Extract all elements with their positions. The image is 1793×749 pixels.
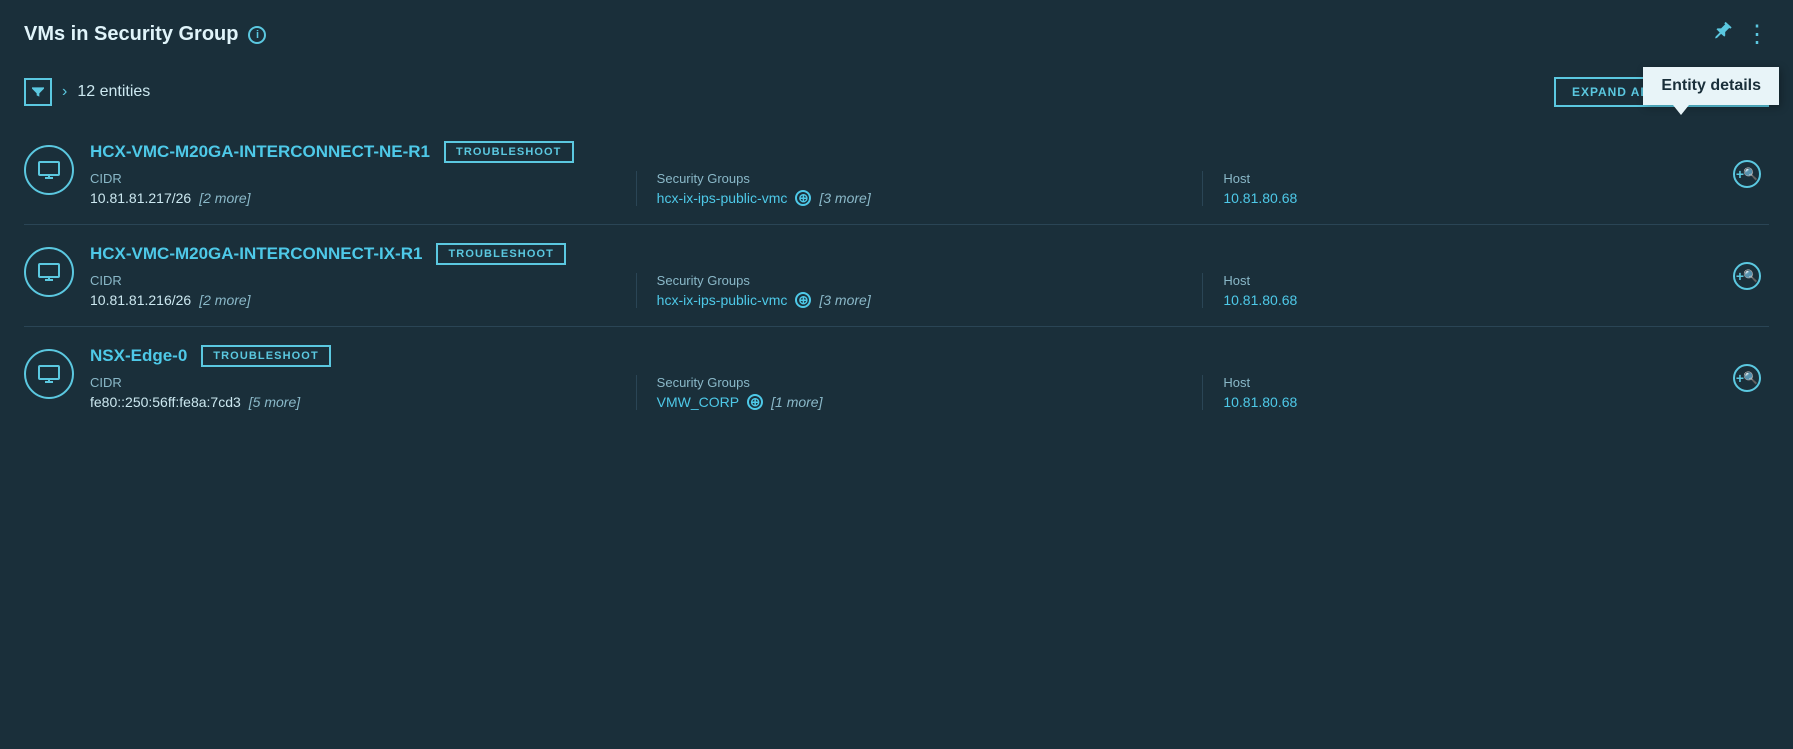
troubleshoot-button-vm2[interactable]: TROUBLESHOOT bbox=[436, 243, 565, 265]
host-value-vm2: 10.81.80.68 bbox=[1223, 292, 1749, 308]
cidr-label-vm1: CIDR bbox=[90, 171, 616, 186]
info-icon[interactable]: i bbox=[248, 26, 266, 44]
host-col-vm2: Host 10.81.80.68 bbox=[1223, 273, 1769, 308]
sg-col-vm2: Security Groups hcx-ix-ips-public-vmc ⊕ … bbox=[657, 273, 1204, 308]
sg-label-vm1: Security Groups bbox=[657, 171, 1183, 186]
vm-list: HCX-VMC-M20GA-INTERCONNECT-NE-R1 TROUBLE… bbox=[24, 123, 1769, 428]
sg-more-vm2[interactable]: [3 more] bbox=[819, 292, 870, 308]
vm-name-vm3[interactable]: NSX-Edge-0 bbox=[90, 346, 187, 366]
toolbar-left: › 12 entities bbox=[24, 78, 150, 106]
sg-value-vm2: hcx-ix-ips-public-vmc ⊕ [3 more] bbox=[657, 292, 1183, 308]
sg-value-vm3: VMW_CORP ⊕ [1 more] bbox=[657, 394, 1183, 410]
host-ip-vm1[interactable]: 10.81.80.68 bbox=[1223, 190, 1297, 206]
sg-add-icon-vm1[interactable]: ⊕ bbox=[795, 190, 811, 206]
cidr-value-vm3: fe80::250:56ff:fe8a:7cd3 [5 more] bbox=[90, 394, 616, 410]
host-ip-vm3[interactable]: 10.81.80.68 bbox=[1223, 394, 1297, 410]
cidr-label-vm3: CIDR bbox=[90, 375, 616, 390]
vm-icon-vm2 bbox=[24, 247, 74, 297]
host-ip-vm2[interactable]: 10.81.80.68 bbox=[1223, 292, 1297, 308]
entity-details-tooltip: Entity details bbox=[1643, 67, 1779, 105]
header-left: VMs in Security Group i bbox=[24, 23, 266, 46]
header-actions: ⋮ bbox=[1711, 20, 1769, 49]
sg-col-vm1: Security Groups hcx-ix-ips-public-vmc ⊕ … bbox=[657, 171, 1204, 206]
zoom-icon-vm3[interactable]: 🔍 bbox=[1733, 364, 1761, 392]
more-menu-icon[interactable]: ⋮ bbox=[1745, 20, 1769, 49]
table-row: HCX-VMC-M20GA-INTERCONNECT-IX-R1 TROUBLE… bbox=[24, 225, 1769, 327]
cidr-col-vm1: CIDR 10.81.81.217/26 [2 more] bbox=[90, 171, 637, 206]
vm-details-row-vm3: CIDR fe80::250:56ff:fe8a:7cd3 [5 more] S… bbox=[90, 375, 1769, 410]
sg-col-vm3: Security Groups VMW_CORP ⊕ [1 more] bbox=[657, 375, 1204, 410]
page-container: VMs in Security Group i ⋮ › 12 entities … bbox=[0, 0, 1793, 448]
sg-more-vm3[interactable]: [1 more] bbox=[771, 394, 822, 410]
header: VMs in Security Group i ⋮ bbox=[24, 20, 1769, 49]
host-value-vm1: 10.81.80.68 bbox=[1223, 190, 1749, 206]
sg-value-vm1: hcx-ix-ips-public-vmc ⊕ [3 more] bbox=[657, 190, 1183, 206]
zoom-icon-vm1[interactable]: 🔍 bbox=[1733, 160, 1761, 188]
sg-link-vm3[interactable]: VMW_CORP bbox=[657, 394, 739, 410]
vm-title-row-vm2: HCX-VMC-M20GA-INTERCONNECT-IX-R1 TROUBLE… bbox=[90, 243, 1769, 265]
cidr-value-vm1: 10.81.81.217/26 [2 more] bbox=[90, 190, 616, 206]
vm-body-vm3: NSX-Edge-0 TROUBLESHOOT CIDR fe80::250:5… bbox=[90, 345, 1769, 410]
vm-body-vm2: HCX-VMC-M20GA-INTERCONNECT-IX-R1 TROUBLE… bbox=[90, 243, 1769, 308]
cidr-col-vm3: CIDR fe80::250:56ff:fe8a:7cd3 [5 more] bbox=[90, 375, 637, 410]
table-row: NSX-Edge-0 TROUBLESHOOT CIDR fe80::250:5… bbox=[24, 327, 1769, 428]
host-label-vm2: Host bbox=[1223, 273, 1749, 288]
host-col-vm1: Host 10.81.80.68 bbox=[1223, 171, 1769, 206]
vm-icon-vm1 bbox=[24, 145, 74, 195]
filter-button[interactable] bbox=[24, 78, 52, 106]
cidr-more-vm3[interactable]: [5 more] bbox=[249, 394, 300, 410]
page-title: VMs in Security Group bbox=[24, 23, 238, 46]
vm-details-row-vm1: CIDR 10.81.81.217/26 [2 more] Security G… bbox=[90, 171, 1769, 206]
host-label-vm1: Host bbox=[1223, 171, 1749, 186]
sg-label-vm2: Security Groups bbox=[657, 273, 1183, 288]
vm-name-vm1[interactable]: HCX-VMC-M20GA-INTERCONNECT-NE-R1 bbox=[90, 142, 430, 162]
host-value-vm3: 10.81.80.68 bbox=[1223, 394, 1749, 410]
sg-link-vm1[interactable]: hcx-ix-ips-public-vmc bbox=[657, 190, 788, 206]
troubleshoot-button-vm3[interactable]: TROUBLESHOOT bbox=[201, 345, 330, 367]
host-col-vm3: Host 10.81.80.68 bbox=[1223, 375, 1769, 410]
entities-count: 12 entities bbox=[77, 83, 150, 101]
expand-chevron[interactable]: › bbox=[62, 83, 67, 101]
vm-title-row-vm1: HCX-VMC-M20GA-INTERCONNECT-NE-R1 TROUBLE… bbox=[90, 141, 1769, 163]
vm-icon-vm3 bbox=[24, 349, 74, 399]
sg-link-vm2[interactable]: hcx-ix-ips-public-vmc bbox=[657, 292, 788, 308]
sg-add-icon-vm2[interactable]: ⊕ bbox=[795, 292, 811, 308]
vm-title-row-vm3: NSX-Edge-0 TROUBLESHOOT bbox=[90, 345, 1769, 367]
toolbar: › 12 entities EXPAND ALL COLLA... Entity… bbox=[24, 77, 1769, 107]
cidr-value-vm2: 10.81.81.216/26 [2 more] bbox=[90, 292, 616, 308]
cidr-more-vm1[interactable]: [2 more] bbox=[199, 190, 250, 206]
host-label-vm3: Host bbox=[1223, 375, 1749, 390]
zoom-icon-vm2[interactable]: 🔍 bbox=[1733, 262, 1761, 290]
toolbar-right: EXPAND ALL COLLA... Entity details bbox=[1554, 77, 1769, 107]
pin-icon[interactable] bbox=[1711, 21, 1733, 49]
vm-details-row-vm2: CIDR 10.81.81.216/26 [2 more] Security G… bbox=[90, 273, 1769, 308]
sg-add-icon-vm3[interactable]: ⊕ bbox=[747, 394, 763, 410]
vm-body-vm1: HCX-VMC-M20GA-INTERCONNECT-NE-R1 TROUBLE… bbox=[90, 141, 1769, 206]
cidr-col-vm2: CIDR 10.81.81.216/26 [2 more] bbox=[90, 273, 637, 308]
vm-name-vm2[interactable]: HCX-VMC-M20GA-INTERCONNECT-IX-R1 bbox=[90, 244, 422, 264]
cidr-label-vm2: CIDR bbox=[90, 273, 616, 288]
sg-label-vm3: Security Groups bbox=[657, 375, 1183, 390]
table-row: HCX-VMC-M20GA-INTERCONNECT-NE-R1 TROUBLE… bbox=[24, 123, 1769, 225]
sg-more-vm1[interactable]: [3 more] bbox=[819, 190, 870, 206]
troubleshoot-button-vm1[interactable]: TROUBLESHOOT bbox=[444, 141, 573, 163]
cidr-more-vm2[interactable]: [2 more] bbox=[199, 292, 250, 308]
